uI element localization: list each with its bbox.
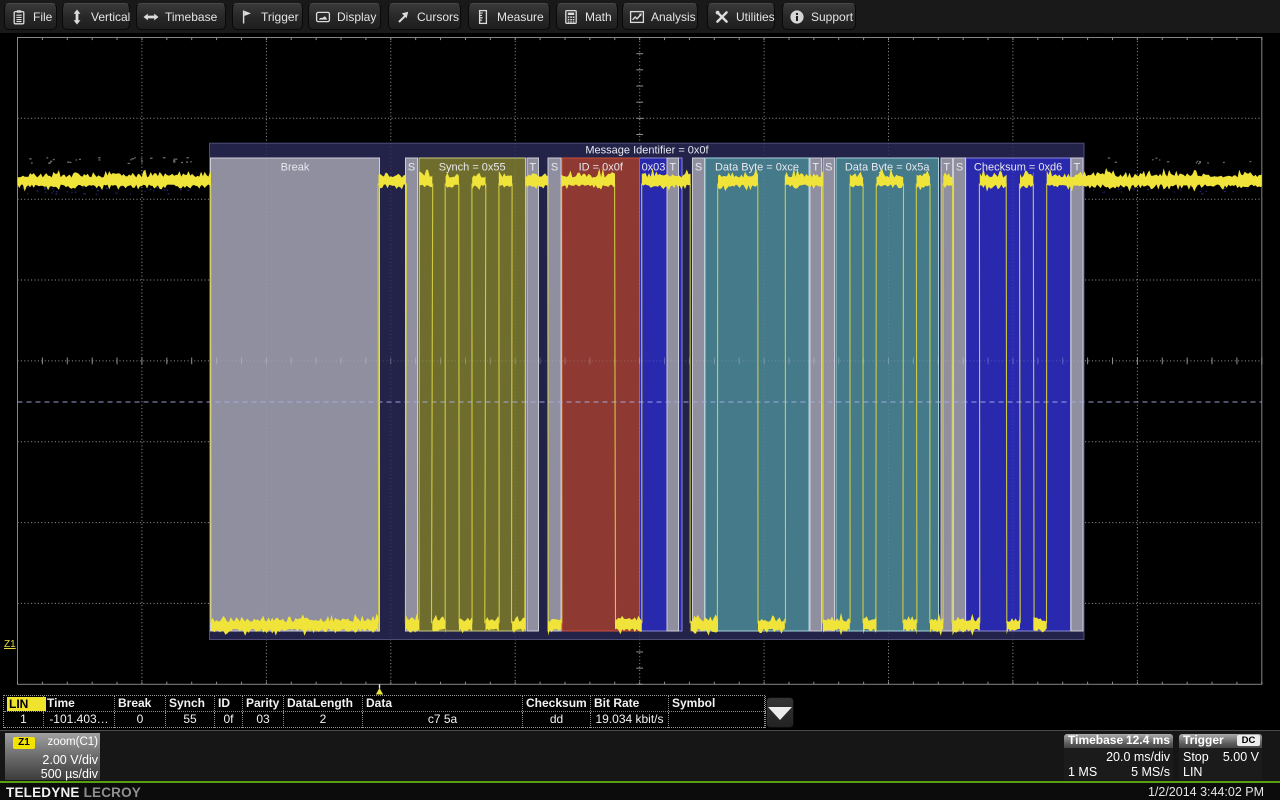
svg-text:T: T bbox=[943, 162, 950, 174]
svg-text:T: T bbox=[669, 162, 676, 174]
svg-text:T: T bbox=[529, 162, 536, 174]
svg-text:Checksum = 0xd6: Checksum = 0xd6 bbox=[974, 162, 1062, 174]
svg-text:S: S bbox=[956, 162, 963, 174]
svg-text:0x03: 0x03 bbox=[642, 162, 666, 174]
svg-text:ID = 0x0f: ID = 0x0f bbox=[579, 162, 624, 174]
svg-text:S: S bbox=[408, 162, 415, 174]
svg-text:S: S bbox=[825, 162, 832, 174]
svg-text:Data Byte = 0x5a: Data Byte = 0x5a bbox=[845, 162, 931, 174]
svg-text:T: T bbox=[812, 162, 819, 174]
svg-text:Synch = 0x55: Synch = 0x55 bbox=[439, 162, 506, 174]
svg-text:S: S bbox=[695, 162, 702, 174]
svg-text:T: T bbox=[1074, 162, 1081, 174]
svg-text:Data Byte = 0xce: Data Byte = 0xce bbox=[715, 162, 799, 174]
svg-text:Break: Break bbox=[281, 162, 310, 174]
svg-text:S: S bbox=[551, 162, 558, 174]
svg-text:Message Identifier = 0x0f: Message Identifier = 0x0f bbox=[585, 145, 709, 157]
svg-text:Z1: Z1 bbox=[4, 639, 16, 650]
